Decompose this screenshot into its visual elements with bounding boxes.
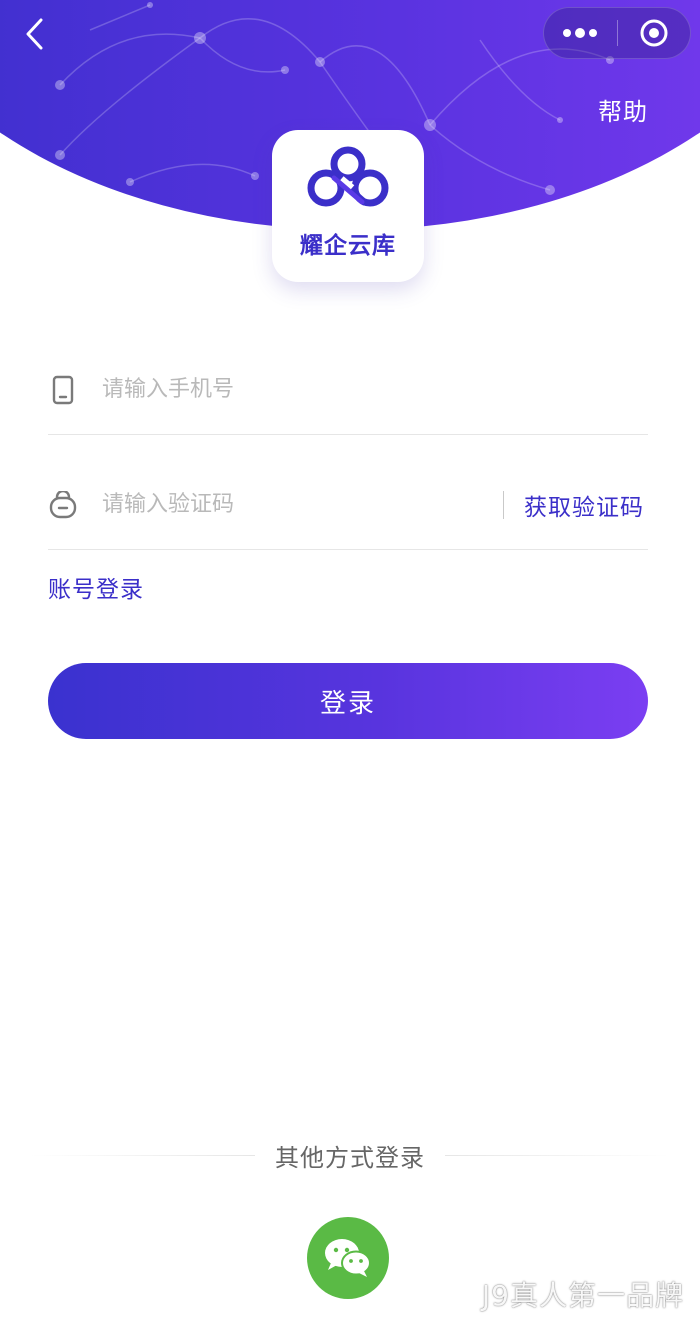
phone-icon (48, 375, 78, 405)
help-link[interactable]: 帮助 (598, 92, 648, 127)
account-login-link[interactable]: 账号登录 (48, 570, 144, 604)
login-page: 帮助 耀企云库 请输入手机号 请输入验证码 获取验证码 账号登录 登录 其他方式… (0, 0, 700, 1326)
app-logo-card: 耀企云库 (272, 130, 424, 282)
verification-code-field: 获取验证码 (48, 460, 648, 550)
more-dots-icon (563, 28, 598, 38)
app-name: 耀企云库 (300, 233, 396, 259)
get-code-button[interactable]: 获取验证码 (524, 488, 644, 522)
login-button[interactable]: 登录 (48, 663, 648, 739)
divider-line (30, 1154, 255, 1156)
other-login-label: 其他方式登录 (275, 1143, 425, 1172)
chevron-left-icon (26, 18, 43, 50)
verification-code-input[interactable] (102, 484, 503, 525)
lock-icon (48, 490, 78, 520)
mini-program-capsule (543, 7, 691, 59)
close-mini-program-button[interactable] (618, 8, 691, 58)
more-menu-button[interactable] (544, 8, 617, 58)
divider-line (445, 1154, 670, 1156)
wechat-icon (325, 1239, 371, 1277)
target-circle-icon (640, 19, 668, 47)
cloud-infinity-logo (307, 146, 389, 207)
field-divider (503, 490, 504, 519)
other-login-divider: 其他方式登录 (30, 1135, 670, 1175)
watermark-text: J9真人第一品牌 (481, 1279, 684, 1312)
phone-input[interactable] (102, 369, 648, 410)
back-button[interactable] (14, 14, 54, 54)
phone-field (48, 345, 648, 435)
wechat-login-button[interactable] (307, 1217, 389, 1299)
